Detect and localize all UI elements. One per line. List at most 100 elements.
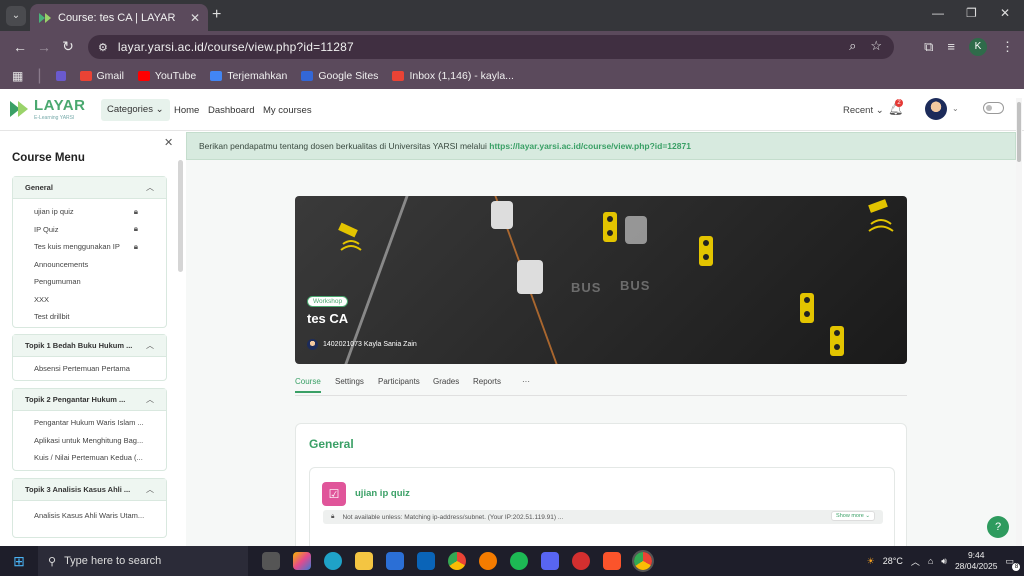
extensions-icon[interactable]: ⧉ <box>924 39 933 55</box>
chrome-active-icon[interactable] <box>632 550 654 572</box>
sidebar-item[interactable]: Analisis Kasus Ahli Waris Utam... <box>13 507 166 525</box>
sidebar-item[interactable]: Kuis / Nilai Pertemuan Kedua (... <box>13 449 166 467</box>
file-explorer-icon[interactable] <box>355 552 373 570</box>
section-header[interactable]: General ︿ <box>13 177 166 199</box>
spotify-icon[interactable] <box>510 552 528 570</box>
restriction-info: 🔒︎ Not available unless: Matching ip-add… <box>323 510 883 524</box>
browser-tab-active[interactable]: Course: tes CA | LAYAR ✕ <box>30 4 208 31</box>
app-icon[interactable] <box>541 552 559 570</box>
author-avatar <box>307 339 318 350</box>
copilot-icon[interactable] <box>293 552 311 570</box>
tray-chevron-icon[interactable]: ︿ <box>911 555 920 568</box>
network-icon[interactable]: ⌂ <box>928 556 933 566</box>
section-header[interactable]: Topik 3 Analisis Kasus Ahli ... ︿ <box>13 479 166 501</box>
recent-dropdown[interactable]: Recent ⌄ <box>843 105 884 116</box>
tab-more[interactable]: ··· <box>522 377 530 386</box>
user-menu-chevron-icon[interactable]: ⌄ <box>952 104 959 113</box>
site-info-icon[interactable]: ⚙ <box>98 41 108 54</box>
banner-link[interactable]: https://layar.yarsi.ac.id/course/view.ph… <box>489 141 691 151</box>
opera-icon[interactable] <box>572 552 590 570</box>
activity-title[interactable]: ujian ip quiz <box>355 488 410 499</box>
windows-start-icon[interactable]: ⊞ <box>0 553 38 570</box>
section-general: General ︿ ujian ip quiz 🔒︎ IP Quiz 🔒︎ Tes k… <box>12 176 167 328</box>
brave-icon[interactable] <box>603 552 621 570</box>
nav-dashboard[interactable]: Dashboard <box>208 105 254 116</box>
apps-grid-icon[interactable]: ▦ <box>12 69 23 83</box>
user-avatar[interactable] <box>925 98 947 120</box>
dark-mode-toggle[interactable] <box>983 102 1004 114</box>
tab-course[interactable]: Course <box>295 377 321 393</box>
firefox-icon[interactable] <box>479 552 497 570</box>
tab-close-icon[interactable]: ✕ <box>190 11 200 25</box>
restore-icon[interactable]: ❐ <box>966 6 977 20</box>
bookmark-inbox[interactable]: Inbox (1,146) - kayla... <box>392 70 514 82</box>
sidebar-item[interactable]: Test drillbit <box>13 308 166 326</box>
sidebar-title: Course Menu <box>12 152 85 164</box>
extension-shortcut-icon[interactable] <box>55 70 66 81</box>
sidebar-item[interactable]: Aplikasi untuk Menghitung Bag... <box>13 432 166 450</box>
page-scrollbar[interactable] <box>1016 98 1022 546</box>
course-author[interactable]: 1402021073 Kayla Sania Zain <box>307 339 417 350</box>
bookmark-youtube[interactable]: YouTube <box>137 70 196 82</box>
sidebar-item[interactable]: IP Quiz 🔒︎ <box>13 221 166 239</box>
section-header[interactable]: Topik 1 Bedah Buku Hukum ... ︿ <box>13 335 166 357</box>
profile-avatar[interactable]: K <box>969 37 987 56</box>
layar-logo[interactable]: LAYAR E-Learning YARSI <box>9 97 85 121</box>
sidebar-item[interactable]: Tes kuis menggunakan IP 🔒︎ <box>13 238 166 256</box>
section-header[interactable]: Topik 2 Pengantar Hukum ... ︿ <box>13 389 166 411</box>
tab-settings[interactable]: Settings <box>335 377 364 386</box>
back-icon[interactable]: ← <box>8 39 32 55</box>
chevron-up-icon[interactable]: ︿ <box>146 182 154 193</box>
chevron-up-icon[interactable]: ︿ <box>146 340 154 351</box>
close-sidebar-icon[interactable]: ✕ <box>164 136 173 149</box>
weather-icon[interactable]: ☀ <box>867 556 875 567</box>
address-bar[interactable]: ⚙ layar.yarsi.ac.id/course/view.php?id=1… <box>88 35 894 59</box>
browser-menu-icon[interactable]: ⋮ <box>1001 39 1014 55</box>
minimize-icon[interactable]: — <box>932 6 944 20</box>
zoom-icon[interactable]: ⌕ <box>849 38 856 54</box>
store-icon[interactable] <box>386 552 404 570</box>
task-view-icon[interactable] <box>262 552 280 570</box>
layar-logo-icon <box>10 101 28 117</box>
sidebar-item[interactable]: Pengantar Hukum Waris Islam ... <box>13 414 166 432</box>
sidebar-item[interactable]: ujian ip quiz 🔒︎ <box>13 203 166 221</box>
chevron-up-icon[interactable]: ︿ <box>146 394 154 405</box>
bookmark-star-icon[interactable]: ☆ <box>870 38 882 54</box>
page-scroll-thumb[interactable] <box>1017 102 1021 162</box>
chrome-icon[interactable] <box>448 552 466 570</box>
notification-center-icon[interactable]: ▭ 8 <box>1005 556 1021 571</box>
nav-my-courses[interactable]: My courses <box>263 105 312 116</box>
help-button[interactable]: ? <box>987 516 1009 538</box>
tab-grades[interactable]: Grades <box>433 377 459 386</box>
reload-icon[interactable]: ↻ <box>56 38 80 55</box>
nav-home[interactable]: Home <box>174 105 199 116</box>
media-control-icon[interactable]: ≡ <box>947 39 955 54</box>
tab-participants[interactable]: Participants <box>378 377 420 386</box>
taskbar-search[interactable]: ⚲ Type here to search <box>38 546 248 576</box>
sidebar-item[interactable]: Absensi Pertemuan Pertama <box>13 360 166 378</box>
chevron-up-icon[interactable]: ︿ <box>146 484 154 495</box>
outlook-icon[interactable] <box>417 552 435 570</box>
volume-icon[interactable]: 🔊︎ <box>941 556 947 567</box>
categories-dropdown[interactable]: Categories ⌄ <box>101 99 170 121</box>
road-marking: BUS <box>620 278 651 293</box>
tab-reports[interactable]: Reports <box>473 377 501 386</box>
logo-text: LAYAR <box>34 97 86 114</box>
close-window-icon[interactable]: ✕ <box>1000 6 1010 20</box>
tab-search-button[interactable]: ⌄ <box>6 6 26 26</box>
sidebar-item[interactable]: Pengumuman <box>13 273 166 291</box>
course-title: tes CA <box>307 311 349 326</box>
sidebar-item[interactable]: XXX <box>13 291 166 309</box>
sidebar-item[interactable]: Announcements <box>13 256 166 274</box>
section-topik-1: Topik 1 Bedah Buku Hukum ... ︿ Absensi Pe… <box>12 334 167 381</box>
bookmark-translate[interactable]: Terjemahkan <box>210 70 287 82</box>
sidebar-scrollbar[interactable] <box>178 160 183 272</box>
forward-icon[interactable]: → <box>32 39 56 55</box>
clock[interactable]: 9:44 28/04/2025 <box>955 550 998 572</box>
new-tab-button[interactable]: + <box>212 6 221 24</box>
temperature[interactable]: 28°C <box>883 556 903 566</box>
edge-icon[interactable] <box>324 552 342 570</box>
bookmark-gmail[interactable]: Gmail <box>79 70 124 82</box>
bookmark-google-sites[interactable]: Google Sites <box>301 70 378 82</box>
show-more-button[interactable]: Show more ⌄ <box>831 511 875 521</box>
